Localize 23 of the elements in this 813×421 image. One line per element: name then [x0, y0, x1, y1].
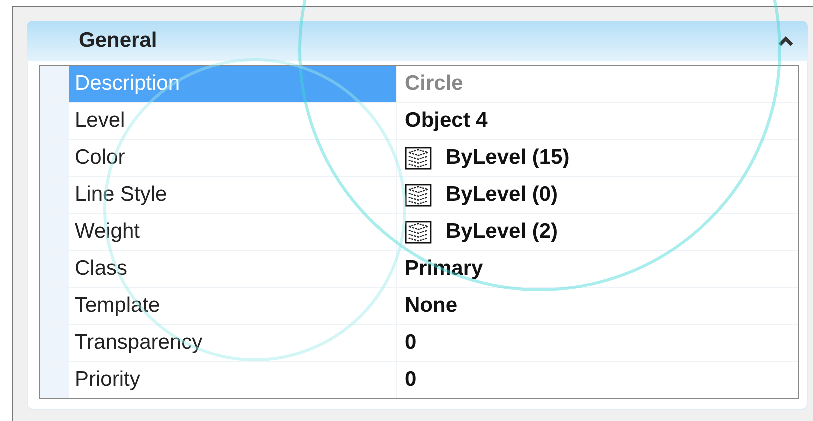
- property-label[interactable]: Weight: [69, 214, 397, 250]
- property-label[interactable]: Line Style: [69, 177, 397, 213]
- property-label[interactable]: Color: [69, 140, 397, 176]
- property-label[interactable]: Class: [69, 251, 397, 287]
- property-label[interactable]: Template: [69, 288, 397, 324]
- property-label[interactable]: Level: [69, 103, 397, 139]
- layers-icon: [405, 146, 432, 170]
- property-value: None: [405, 294, 458, 318]
- section-header[interactable]: General: [27, 21, 808, 61]
- property-value: 0: [405, 331, 417, 355]
- property-label[interactable]: Priority: [69, 362, 397, 398]
- property-value: Object 4: [405, 109, 488, 133]
- property-value: ByLevel (15): [446, 146, 570, 170]
- collapse-chevron-icon[interactable]: [778, 36, 794, 46]
- property-value: ByLevel (2): [446, 220, 558, 244]
- section-title: General: [79, 29, 158, 53]
- property-value: 0: [405, 368, 417, 392]
- layers-icon: [405, 184, 432, 206]
- property-value: Primary: [405, 257, 484, 281]
- property-value: Circle: [405, 72, 464, 96]
- layers-icon: [405, 220, 432, 244]
- property-value: ByLevel (0): [446, 183, 558, 207]
- property-label[interactable]: Transparency: [69, 325, 397, 361]
